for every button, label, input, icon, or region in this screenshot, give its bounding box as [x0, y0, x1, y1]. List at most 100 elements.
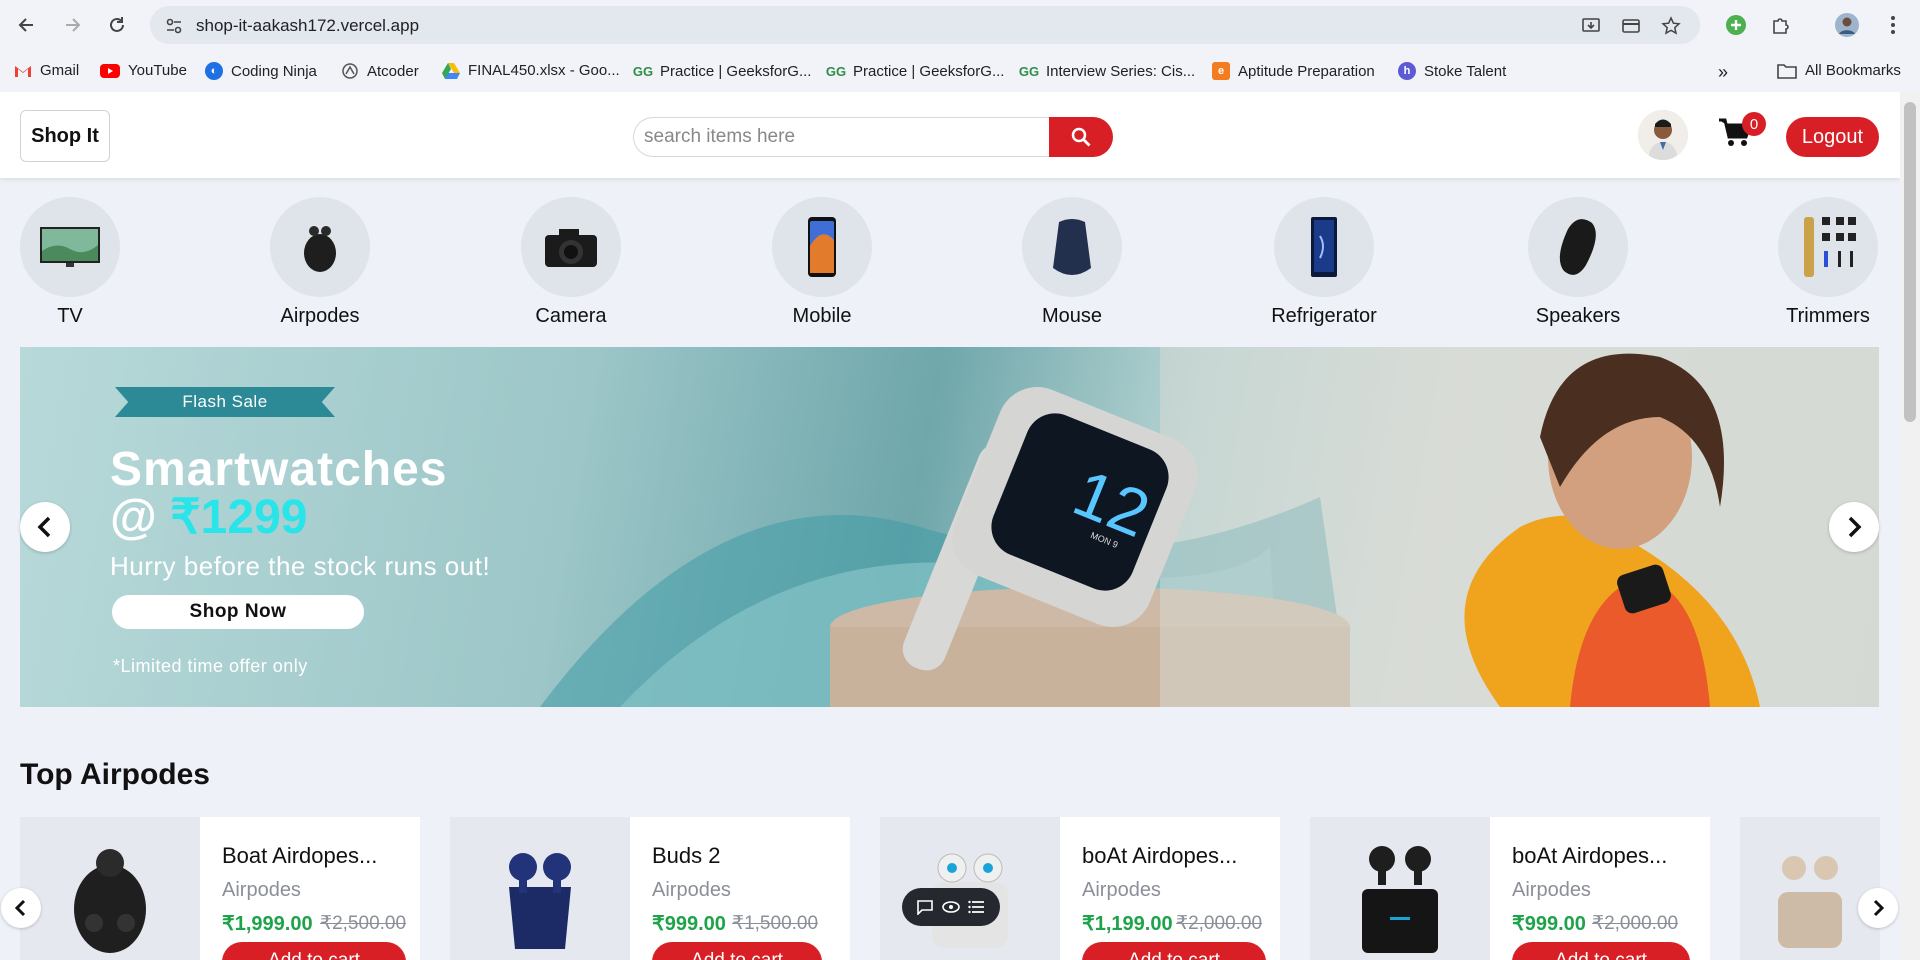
category-refrigerator[interactable]: Refrigerator [1254, 197, 1394, 328]
category-mouse[interactable]: Mouse [1002, 197, 1142, 328]
trimmer-icon [1804, 217, 1856, 277]
bookmark-gfg-practice-2[interactable]: GG Practice | GeeksforG... [825, 62, 1005, 80]
category-trimmers[interactable]: Trimmers [1758, 197, 1898, 328]
bookmark-coding-ninja[interactable]: ◐ Coding Ninja [205, 62, 317, 80]
category-speakers[interactable]: Speakers [1508, 197, 1648, 328]
google-drive-icon [442, 62, 460, 79]
category-tv[interactable]: TV [0, 197, 140, 328]
card-icon[interactable] [1620, 15, 1642, 37]
camera-icon [545, 229, 597, 267]
arrow-left-icon [18, 18, 33, 32]
product-category: Airpodes [222, 879, 301, 901]
search-bar [633, 117, 1113, 157]
flash-sale-ribbon: Flash Sale [115, 387, 335, 417]
bookmark-youtube[interactable]: YouTube [100, 62, 187, 79]
double-chevron-icon: » [1718, 62, 1729, 82]
product-mrp: ₹2,500.00 [320, 913, 407, 934]
site-info-icon[interactable] [163, 15, 185, 37]
category-camera[interactable]: Camera [501, 197, 641, 328]
chrome-menu-icon[interactable] [1879, 11, 1907, 39]
product-name[interactable]: Boat Airdopes... [222, 843, 377, 869]
chevron-left-icon [37, 516, 51, 538]
back-button[interactable] [11, 9, 43, 41]
geeksforgeeks-icon: GG [825, 63, 847, 79]
cart-count-badge: 0 [1742, 112, 1766, 136]
extensions-puzzle-icon[interactable] [1767, 11, 1795, 39]
product-earbuds-image [509, 853, 571, 949]
logout-button[interactable]: Logout [1786, 117, 1879, 157]
product-name[interactable]: Buds 2 [652, 843, 721, 869]
search-icon [1071, 127, 1091, 147]
shop-now-button[interactable]: Shop Now [112, 595, 364, 629]
chevron-right-icon [1848, 516, 1862, 538]
extension-plus-icon[interactable] [1722, 11, 1750, 39]
mobile-icon [808, 217, 836, 277]
section-title: Top Airpodes [20, 758, 210, 791]
banner-subtitle: Hurry before the stock runs out! [110, 551, 491, 581]
site-logo[interactable]: Shop It [20, 110, 110, 162]
reload-icon [110, 17, 124, 32]
search-button[interactable] [1049, 117, 1113, 157]
add-to-cart-button[interactable]: Add to cart [1082, 942, 1266, 960]
youtube-icon [100, 63, 120, 78]
page-content: Shop It 0 Logout TV Airpodes Came [0, 92, 1920, 960]
bookmark-atcoder[interactable]: Atcoder [341, 62, 419, 80]
bookmark-aptitude[interactable]: e Aptitude Preparation [1212, 62, 1375, 80]
folder-icon [1777, 63, 1797, 79]
bookmark-gfg-interview[interactable]: GG Interview Series: Cis... [1019, 62, 1195, 80]
bookmark-final450[interactable]: FINAL450.xlsx - Goo... [442, 62, 620, 79]
arrow-right-icon [66, 18, 81, 32]
forward-button[interactable] [56, 9, 88, 41]
add-to-cart-button[interactable]: Add to cart [1512, 942, 1690, 960]
address-bar[interactable]: shop-it-aakash172.vercel.app [150, 6, 1700, 44]
add-to-cart-button[interactable]: Add to cart [652, 942, 822, 960]
add-to-cart-button[interactable]: Add to cart [222, 942, 406, 960]
product-category: Airpodes [652, 879, 731, 901]
product-card[interactable]: Boat Airdopes... Airpodes ₹1,999.00 ₹2,5… [20, 817, 420, 960]
bookmark-gmail[interactable]: Gmail [14, 62, 79, 79]
geeksforgeeks-icon: GG [632, 63, 654, 79]
tv-icon [40, 227, 100, 267]
banner-next-button[interactable] [1829, 502, 1879, 552]
url-text[interactable]: shop-it-aakash172.vercel.app [196, 16, 419, 36]
bookmark-gfg-practice-1[interactable]: GG Practice | GeeksforG... [632, 62, 812, 80]
product-name[interactable]: boAt Airdopes... [1082, 843, 1237, 869]
search-input[interactable] [633, 117, 1053, 157]
speaker-icon [1559, 219, 1596, 275]
user-avatar[interactable] [1638, 110, 1688, 160]
bookmark-star-icon[interactable] [1660, 15, 1682, 37]
product-category: Airpodes [1082, 879, 1161, 901]
scrollbar-thumb[interactable] [1904, 102, 1916, 422]
bookmarks-bar: Gmail YouTube ◐ Coding Ninja Atcoder FIN… [0, 50, 1920, 92]
chevron-left-icon [15, 899, 26, 917]
browser-toolbar: shop-it-aakash172.vercel.app [0, 0, 1920, 50]
category-mobile[interactable]: Mobile [752, 197, 892, 328]
bookmarks-overflow-button[interactable]: » [1718, 62, 1728, 83]
product-card-partial[interactable] [1740, 817, 1880, 960]
banner-prev-button[interactable] [20, 502, 70, 552]
banner-price: @ ₹1299 [110, 491, 308, 544]
products-next-button[interactable] [1858, 888, 1898, 928]
page-scrollbar[interactable] [1900, 92, 1920, 960]
all-bookmarks-button[interactable]: All Bookmarks [1777, 62, 1901, 79]
list-icon[interactable] [968, 900, 986, 914]
product-card[interactable]: Buds 2 Airpodes ₹999.00 ₹1,500.00 Add to… [450, 817, 850, 960]
reload-button[interactable] [101, 9, 133, 41]
install-app-icon[interactable] [1580, 15, 1602, 37]
product-earbuds-image [1362, 846, 1438, 953]
gmail-icon [15, 65, 31, 77]
eye-icon[interactable] [942, 900, 960, 914]
chevron-right-icon [1873, 899, 1884, 917]
category-airpodes[interactable]: Airpodes [250, 197, 390, 328]
product-price: ₹1,199.00 [1082, 913, 1173, 935]
product-name[interactable]: boAt Airdopes... [1512, 843, 1667, 869]
chat-icon[interactable] [916, 899, 934, 915]
profile-avatar-icon[interactable] [1833, 11, 1861, 39]
product-earbuds-image [74, 849, 146, 953]
product-card[interactable]: boAt Airdopes... Airpodes ₹999.00 ₹2,000… [1310, 817, 1710, 960]
hero-banner[interactable]: 12 MON 9 Flash Sale Smartwatches @ ₹1299… [20, 347, 1879, 707]
product-earbuds-image [1778, 856, 1842, 948]
bookmark-stoke-talent[interactable]: h Stoke Talent [1398, 62, 1506, 80]
banner-note: *Limited time offer only [113, 656, 308, 676]
products-prev-button[interactable] [1, 888, 41, 928]
